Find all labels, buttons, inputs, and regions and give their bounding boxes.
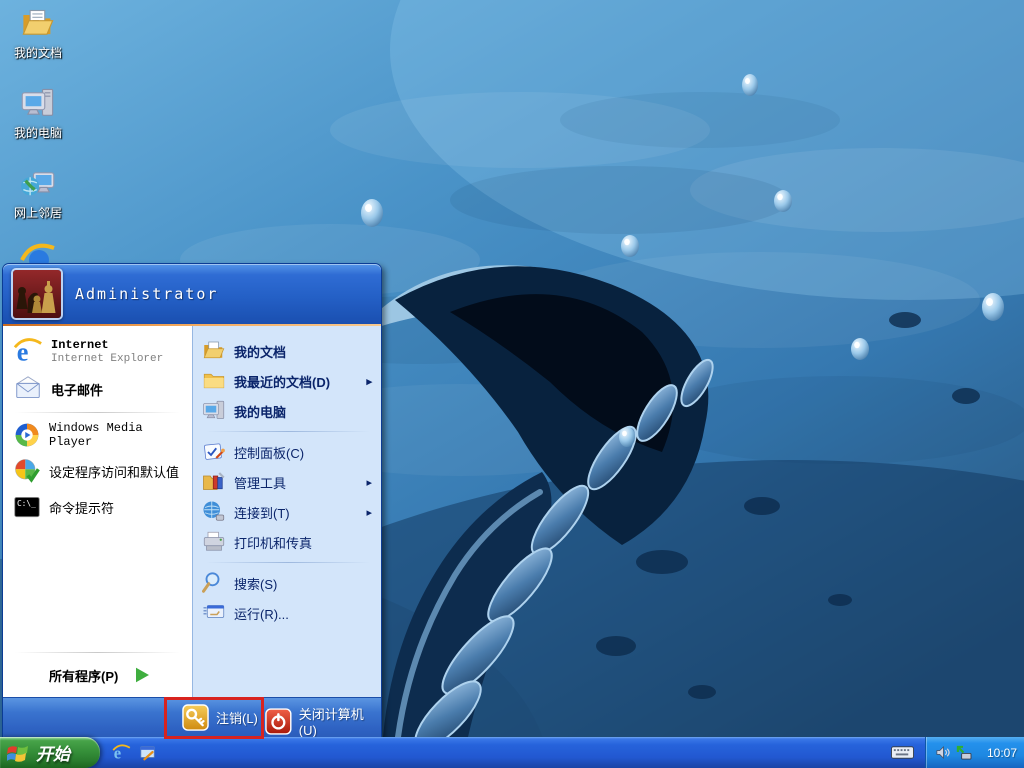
internet-explorer-icon: e [13,336,43,366]
my-computer-icon [202,399,226,423]
start-menu-footer: 注销(L) 关闭计算机(U) [3,697,381,738]
search-icon [202,571,226,595]
submenu-arrow-icon: ▸ [366,476,376,489]
separator [206,562,370,563]
keyboard-input-icon[interactable] [891,745,914,760]
all-programs-button[interactable]: 所有程序(P) [5,657,190,697]
menu-item-run[interactable]: 运行(R)... [198,598,378,628]
menu-item-command-prompt[interactable]: C:\_ 命令提示符 [5,489,190,525]
shut-down-button[interactable]: 关闭计算机(U) [265,704,381,738]
menu-item-label: 打印机和传真 [234,533,312,552]
menu-item-label: 搜索(S) [234,574,277,593]
desktop-icon-network-places[interactable]: 网上邻居 [0,166,76,221]
start-menu-places-column: 我的文档 我最近的文档(D) ▸ [192,326,381,697]
my-computer-icon [20,86,56,122]
command-prompt-icon: C:\_ [13,493,41,521]
admin-tools-icon [202,470,226,494]
menu-item-media-player[interactable]: Windows Media Player [5,417,190,453]
printers-faxes-icon [202,530,226,554]
system-tray: 10:07 [925,737,1024,768]
separator [15,412,180,413]
desktop-icon-label: 我的文档 [0,44,76,61]
empty-space [5,525,190,648]
safely-remove-hardware-icon[interactable] [955,745,972,760]
internet-explorer-icon[interactable]: e [112,743,131,762]
log-off-label: 注销(L) [216,708,258,727]
submenu-arrow-icon: ▸ [366,375,376,388]
menu-item-connect-to[interactable]: 连接到(T) ▸ [198,497,378,527]
menu-item-label: 控制面板(C) [234,443,304,462]
menu-item-email[interactable]: 电子邮件 [5,370,190,408]
menu-item-label: 我的电脑 [234,402,286,421]
connect-to-icon [202,500,226,524]
my-documents-icon [20,6,56,42]
menu-item-label: 运行(R)... [234,604,289,623]
menu-item-label: 连接到(T) [234,503,290,522]
menu-item-label: 设定程序访问和默认值 [49,462,179,481]
key-logoff-icon [182,704,209,731]
taskbar-clock[interactable]: 10:07 [987,746,1024,760]
menu-item-my-documents[interactable]: 我的文档 [198,336,378,366]
network-places-icon [20,166,56,202]
show-desktop-icon[interactable] [139,744,157,762]
menu-item-recent-documents[interactable]: 我最近的文档(D) ▸ [198,366,378,396]
internet-explorer-icon[interactable] [18,238,60,264]
desktop-icon-label: 网上邻居 [0,204,76,221]
volume-icon[interactable] [935,745,950,760]
run-icon [202,601,226,625]
chess-avatar [13,270,61,318]
menu-item-label: 我最近的文档(D) [234,372,330,391]
menu-item-label: 我的文档 [234,342,286,361]
menu-item-my-computer[interactable]: 我的电脑 [198,396,378,426]
desktop-icon-my-documents[interactable]: 我的文档 [0,6,76,61]
menu-item-title: Internet [51,338,163,352]
all-programs-label: 所有程序(P) [49,666,118,685]
green-arrow-icon [130,663,154,687]
menu-item-program-access[interactable]: 设定程序访问和默认值 [5,453,190,489]
menu-item-internet[interactable]: e Internet Internet Explorer [5,332,190,370]
start-menu-pinned-column: e Internet Internet Explorer [3,326,192,697]
start-menu-header: Administrator [3,264,381,324]
start-button-label: 开始 [36,740,70,765]
log-off-button[interactable]: 注销(L) [182,704,258,731]
menu-item-printers-faxes[interactable]: 打印机和传真 [198,527,378,557]
power-shutdown-icon [265,708,292,735]
menu-item-title: 电子邮件 [51,380,103,399]
menu-item-label: 管理工具 [234,473,286,492]
svg-text:C:\_: C:\_ [17,499,36,508]
taskbar: 开始 e [0,737,1024,768]
separator [206,431,370,432]
user-avatar [11,268,63,320]
recent-documents-icon [202,369,226,393]
start-button[interactable]: 开始 [0,737,100,768]
menu-item-label: 命令提示符 [49,498,114,517]
desktop-icon-label: 我的电脑 [0,124,76,141]
quick-launch-bar: e [112,737,157,768]
user-name: Administrator [75,285,218,303]
menu-item-admin-tools[interactable]: 管理工具 ▸ [198,467,378,497]
start-menu: Administrator e Internet Internet Explor… [2,263,382,738]
submenu-arrow-icon: ▸ [366,506,376,519]
separator [15,652,180,653]
windows-flag-icon [7,743,29,763]
desktop-icon-my-computer[interactable]: 我的电脑 [0,86,76,141]
media-player-icon [13,421,41,449]
email-icon [13,374,43,404]
control-panel-icon [202,440,226,464]
menu-item-label: Windows Media Player [49,421,186,449]
menu-item-subtitle: Internet Explorer [51,353,163,365]
menu-item-search[interactable]: 搜索(S) [198,568,378,598]
my-documents-icon [202,339,226,363]
desktop: 我的文档 我的电脑 网上邻居 [0,0,1024,768]
menu-item-control-panel[interactable]: 控制面板(C) [198,437,378,467]
shut-down-label: 关闭计算机(U) [299,704,381,738]
program-access-icon [13,457,41,485]
